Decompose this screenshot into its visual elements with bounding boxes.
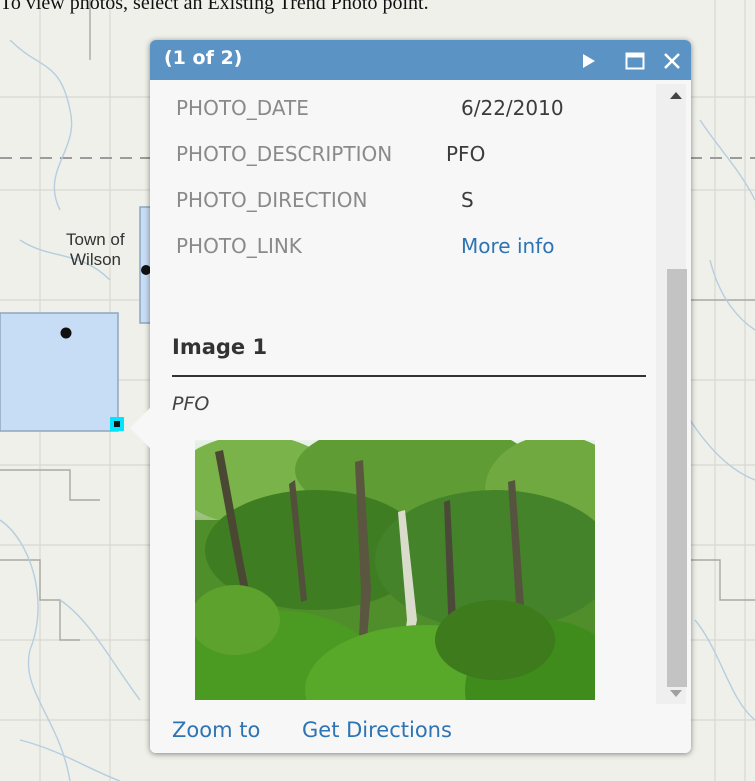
get-directions-link[interactable]: Get Directions xyxy=(302,718,452,742)
close-icon xyxy=(664,53,680,69)
popup-scrollbar[interactable] xyxy=(656,84,687,704)
maximize-icon xyxy=(625,52,645,70)
scroll-down-arrow-icon[interactable] xyxy=(670,690,682,697)
identify-popup: (1 of 2) PHOTO_DATE 6/22/2010 PHOTO_DESC… xyxy=(150,40,691,753)
attribute-name: PHOTO_DESCRIPTION xyxy=(176,142,393,166)
media-caption: PFO xyxy=(172,393,210,415)
zoom-to-link[interactable]: Zoom to xyxy=(172,718,260,742)
attribute-name: PHOTO_DATE xyxy=(176,96,309,120)
map-place-label-line2: Wilson xyxy=(70,250,122,269)
close-button[interactable] xyxy=(659,47,685,73)
scroll-up-arrow-icon[interactable] xyxy=(670,92,682,99)
maximize-button[interactable] xyxy=(622,47,648,73)
popup-content[interactable]: PHOTO_DATE 6/22/2010 PHOTO_DESCRIPTION P… xyxy=(150,80,655,700)
forest-photo-graphic xyxy=(195,440,595,700)
attribute-value: PFO xyxy=(446,142,486,166)
media-divider xyxy=(172,375,646,377)
more-info-link[interactable]: More info xyxy=(461,234,554,258)
attribute-name: PHOTO_LINK xyxy=(176,234,302,258)
play-right-icon xyxy=(583,54,595,68)
popup-titlebar: (1 of 2) xyxy=(150,40,691,80)
map-place-label-line1: Town of xyxy=(66,230,125,249)
photo-image[interactable] xyxy=(195,440,595,700)
popup-title: (1 of 2) xyxy=(164,47,243,69)
next-feature-button[interactable] xyxy=(576,47,602,73)
attribute-value: 6/22/2010 xyxy=(461,96,564,120)
popup-pointer xyxy=(130,406,152,450)
map-place-label: Town of Wilson xyxy=(58,230,158,270)
attribute-name: PHOTO_DIRECTION xyxy=(176,188,368,212)
instruction-text: To view photos, select an Existing Trend… xyxy=(0,0,429,14)
popup-action-bar: Zoom to Get Directions xyxy=(150,710,691,753)
scroll-thumb[interactable] xyxy=(667,269,687,687)
media-title: Image 1 xyxy=(172,335,268,359)
attribute-value: S xyxy=(461,188,474,212)
